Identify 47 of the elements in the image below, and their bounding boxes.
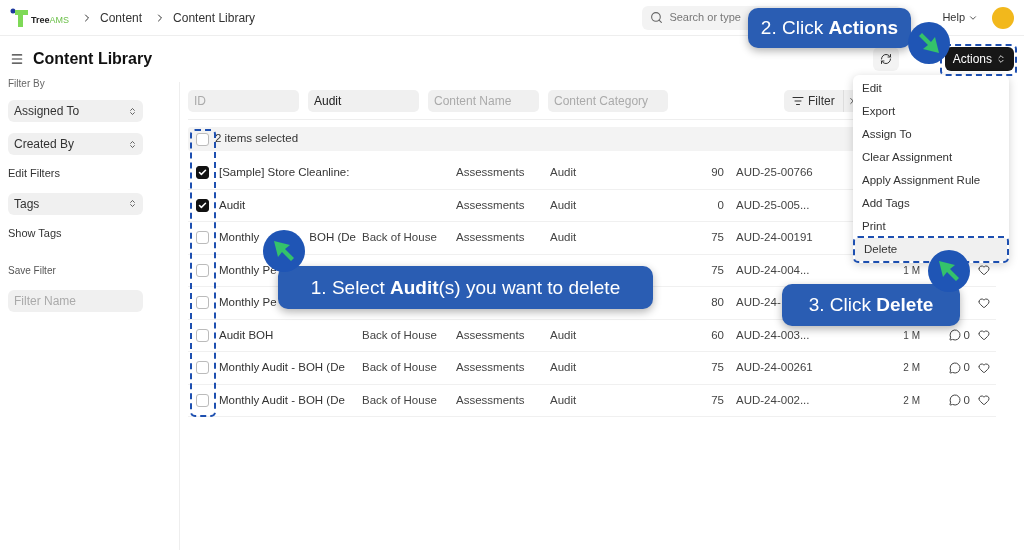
score-cell-text: 60 — [711, 327, 724, 343]
id-cell: AUD-24-00191 — [736, 231, 813, 244]
selection-count: 2 items selected — [215, 131, 299, 147]
time-cell-text: 2 M — [903, 361, 920, 376]
table-cell: Assessments — [456, 166, 525, 179]
table-cell: Audit — [550, 198, 577, 211]
table-cell: Assessments — [456, 393, 525, 406]
score-cell-text: 75 — [711, 262, 724, 278]
table-cell: Audit — [550, 393, 577, 406]
score-cell-text: 75 — [711, 230, 724, 246]
table-cell: Back of House — [362, 231, 437, 244]
table-cell: Assessments — [456, 231, 525, 244]
tutorial-tooltip: 2. Click Actions — [748, 8, 911, 48]
table-cell: Audit — [550, 328, 577, 341]
comment-count: 0 — [963, 392, 970, 408]
id-cell: AUD-25-005... — [736, 198, 810, 211]
comment-count: 0 — [963, 327, 970, 343]
section-heading: Save Filter — [8, 264, 57, 278]
table-cell: Back of House — [362, 393, 437, 406]
tutorial-tooltip: 1. Select Audit(s) you want to delete — [278, 266, 653, 309]
time-cell-text: 1 M — [903, 263, 920, 278]
time-cell-text: 1 M — [903, 328, 920, 343]
score-cell-text: 75 — [711, 360, 724, 376]
table-cell: Assessments — [456, 198, 525, 211]
id-cell: AUD-24-00261 — [736, 361, 813, 374]
table-cell: Back of House — [362, 328, 437, 341]
table-cell: Assessments — [456, 328, 525, 341]
sidebar-heading: Filter By — [8, 79, 46, 89]
table-cell: Assessments — [456, 361, 525, 374]
table-cell: Audit — [550, 231, 577, 244]
logo-text: TreeAMS — [31, 14, 70, 27]
id-cell: AUD-24-002... — [736, 393, 810, 406]
id-cell: AUD-24- — [736, 296, 781, 309]
tutorial-tooltip: 3. Click Delete — [782, 284, 960, 326]
score-cell-text: 0 — [717, 197, 724, 213]
time-cell-text: 2 M — [903, 393, 920, 408]
comment-count: 0 — [963, 360, 970, 376]
score-cell-text: 90 — [711, 165, 724, 181]
score-cell-text: 80 — [711, 295, 724, 311]
score-cell-text: 75 — [711, 392, 724, 408]
id-cell: AUD-24-003... — [736, 328, 810, 341]
id-cell: AUD-25-00766 — [736, 166, 813, 179]
page-title: Content Library — [33, 49, 153, 69]
table-cell: Audit — [550, 166, 577, 179]
id-cell: AUD-24-004... — [736, 263, 810, 276]
table-cell: Audit — [550, 361, 577, 374]
table-cell: Back of House — [362, 361, 437, 374]
